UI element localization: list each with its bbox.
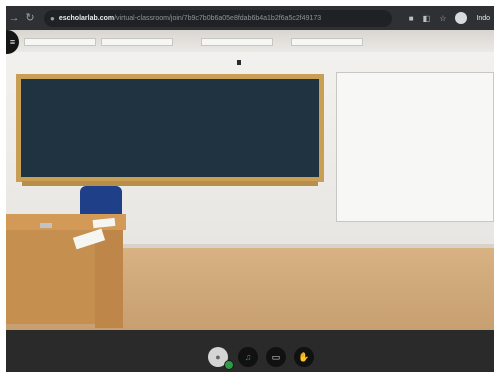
board-pin: [237, 60, 241, 65]
profile-avatar[interactable]: [455, 12, 468, 24]
extensions-icon[interactable]: ◧: [423, 14, 431, 23]
back-arrow-icon[interactable]: →: [6, 6, 22, 30]
url-path: /virtual-classroom/join/7b9c7b0b6a05e8fd…: [114, 14, 322, 22]
address-bar[interactable]: ● escholarlab.com /virtual-classroom/joi…: [44, 9, 392, 27]
ceiling-light: [101, 38, 173, 46]
ceiling-light: [291, 38, 363, 46]
desk-object: [40, 223, 52, 228]
microphone-icon[interactable]: ♫: [238, 347, 258, 367]
bookmark-icon[interactable]: ■: [409, 14, 414, 23]
reload-icon[interactable]: ↻: [22, 6, 38, 30]
ceiling-light: [201, 38, 273, 46]
ceiling-light: [24, 38, 96, 46]
star-icon[interactable]: ☆: [439, 14, 446, 23]
screen-share-icon[interactable]: ▭: [266, 347, 286, 367]
raise-hand-icon[interactable]: ✋: [294, 347, 314, 367]
classroom-viewer[interactable]: ≡: [6, 30, 494, 330]
chalkboard: [21, 79, 319, 177]
ceiling: [6, 30, 494, 52]
lock-icon: ●: [50, 13, 55, 23]
whiteboard: [336, 72, 494, 222]
url-domain: escholarlab.com: [58, 14, 115, 22]
browser-bar: → ↻ ● escholarlab.com /virtual-classroom…: [6, 6, 494, 30]
teacher-desk-side: [95, 230, 123, 328]
chalk-tray: [22, 181, 318, 186]
browser-actions: ■ ◧ ☆ Indo: [409, 12, 494, 24]
status-badge: [224, 360, 234, 370]
profile-label: Indo: [476, 14, 490, 22]
